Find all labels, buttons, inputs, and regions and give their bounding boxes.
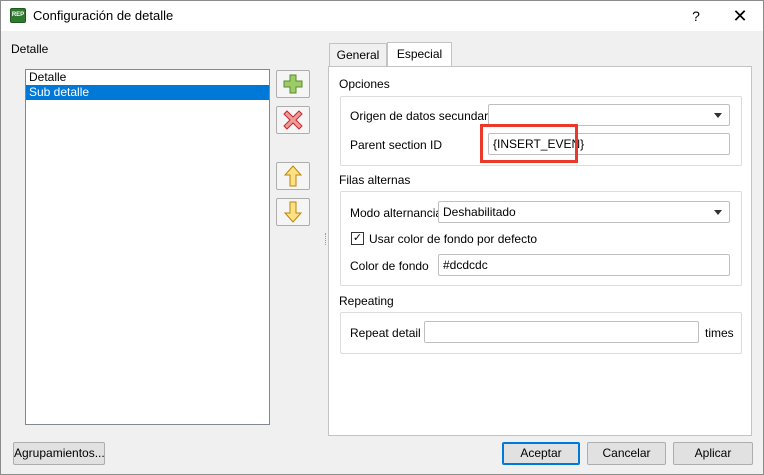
times-label: times	[705, 326, 734, 340]
help-button[interactable]: ?	[685, 5, 707, 27]
move-down-icon	[284, 201, 302, 223]
tab-especial[interactable]: Especial	[387, 42, 452, 66]
modo-alternancia-label: Modo alternancia	[350, 206, 443, 220]
aceptar-button[interactable]: Aceptar	[502, 442, 580, 465]
origen-datos-select[interactable]	[488, 104, 730, 126]
move-up-button[interactable]	[276, 162, 310, 190]
close-button[interactable]: ✕	[728, 5, 752, 27]
splitter-handle[interactable]	[325, 233, 327, 245]
opciones-group-title: Opciones	[339, 77, 390, 91]
tab-general[interactable]: General	[329, 43, 387, 66]
highlight-box	[480, 124, 578, 163]
modo-alternancia-value: Deshabilitado	[443, 205, 516, 219]
move-down-button[interactable]	[276, 198, 310, 226]
checkmark-icon: ✓	[352, 232, 363, 244]
usar-color-label: Usar color de fondo por defecto	[369, 232, 538, 246]
cancelar-button[interactable]: Cancelar	[587, 442, 666, 465]
delete-button[interactable]	[276, 106, 310, 134]
add-icon	[283, 74, 303, 94]
detalle-section-label: Detalle	[11, 42, 49, 56]
chevron-down-icon	[714, 210, 722, 215]
color-fondo-label: Color de fondo	[350, 259, 429, 273]
repeat-detail-input[interactable]	[424, 321, 699, 343]
delete-icon	[283, 110, 303, 130]
parent-section-label: Parent section ID	[350, 138, 443, 152]
chevron-down-icon	[714, 113, 722, 118]
move-up-icon	[284, 165, 302, 187]
repeating-group-title: Repeating	[339, 294, 394, 308]
list-item-sub-detalle[interactable]: Sub detalle	[26, 85, 269, 100]
repeat-detail-label: Repeat detail	[350, 326, 421, 340]
usar-color-checkbox[interactable]: ✓	[351, 232, 364, 245]
origen-datos-label: Origen de datos secundario	[350, 109, 498, 123]
add-button[interactable]	[276, 70, 310, 98]
app-icon: REP	[10, 8, 26, 23]
agrupamientos-button[interactable]: Agrupamientos...	[13, 442, 105, 465]
filas-alternas-group-title: Filas alternas	[339, 173, 411, 187]
modo-alternancia-select[interactable]: Deshabilitado	[438, 201, 730, 223]
dialog-window: REP Configuración de detalle ? ✕ Detalle…	[0, 0, 764, 475]
title-bar: REP Configuración de detalle ? ✕	[1, 1, 763, 31]
list-item-detalle[interactable]: Detalle	[26, 70, 269, 85]
window-title: Configuración de detalle	[33, 8, 174, 23]
color-fondo-input[interactable]: #dcdcdc	[438, 254, 730, 276]
detail-list[interactable]: Detalle Sub detalle	[25, 69, 270, 425]
aplicar-button[interactable]: Aplicar	[673, 442, 753, 465]
